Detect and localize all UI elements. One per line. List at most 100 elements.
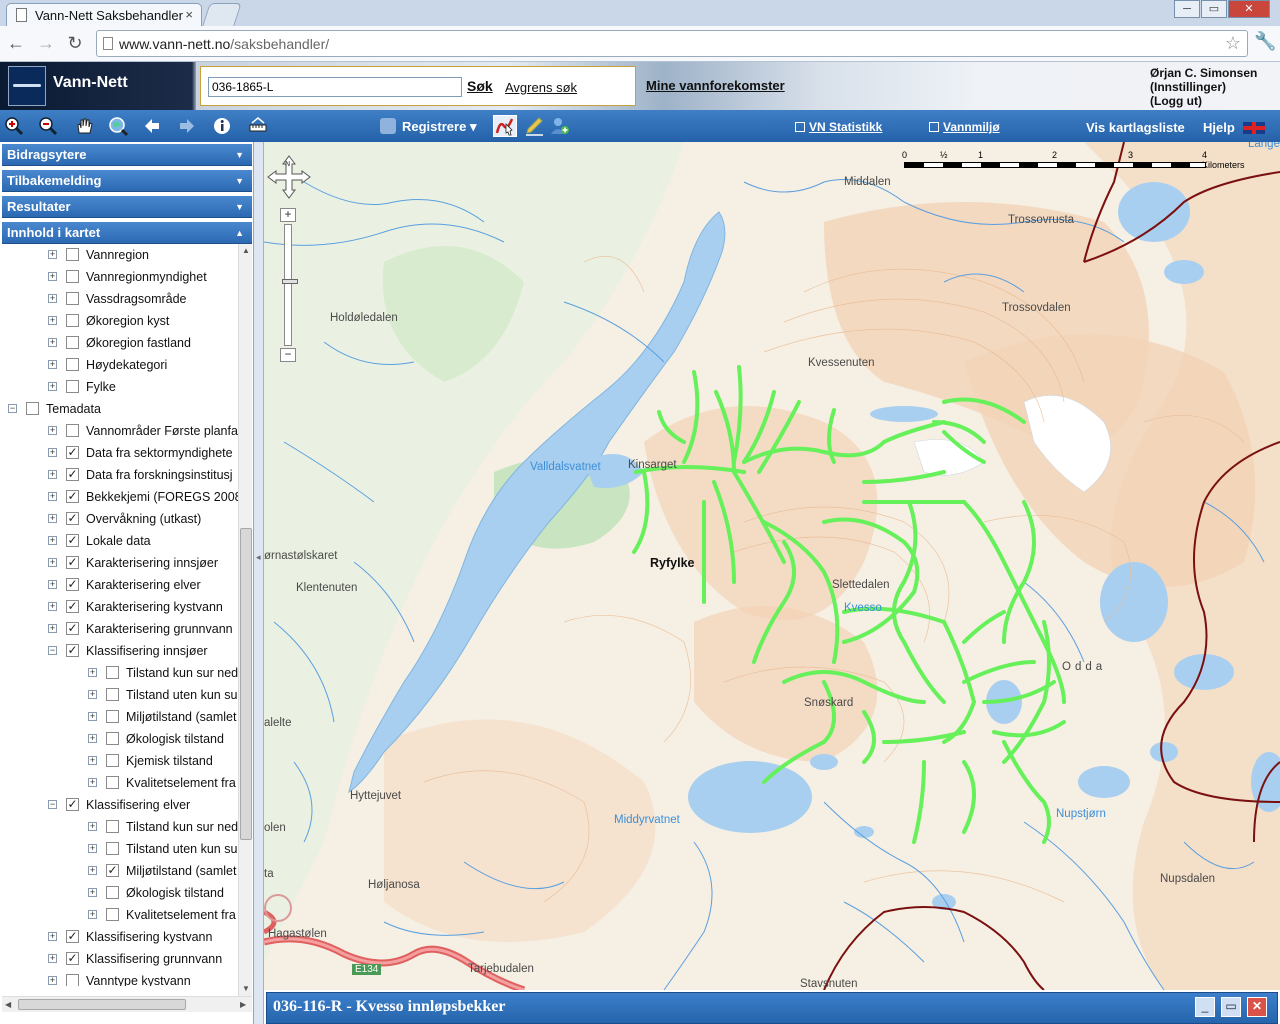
layer-tree-item[interactable]: + ✓ Klassifisering grunnvann bbox=[2, 948, 238, 970]
expand-icon[interactable]: + bbox=[48, 338, 57, 347]
layer-tree-item[interactable]: + Vannregionmyndighet bbox=[2, 266, 238, 288]
layer-tree-item[interactable]: + Kvalitetselement fra bbox=[2, 772, 238, 794]
expand-icon[interactable]: + bbox=[48, 514, 57, 523]
zoom-plus-button[interactable]: + bbox=[280, 208, 296, 222]
collapse-icon[interactable]: − bbox=[8, 404, 17, 413]
layer-tree-item[interactable]: + Miljøtilstand (samlet bbox=[2, 706, 238, 728]
english-flag-icon[interactable] bbox=[1243, 122, 1265, 134]
maximize-button[interactable]: ▭ bbox=[1201, 0, 1227, 18]
scroll-right-icon[interactable]: ▶ bbox=[240, 1000, 246, 1009]
vn-statistics-link[interactable]: VN Statistikk bbox=[795, 120, 882, 134]
collapse-icon[interactable]: − bbox=[48, 800, 57, 809]
layer-checkbox[interactable] bbox=[66, 314, 79, 327]
layer-checkbox[interactable] bbox=[66, 424, 79, 437]
expand-icon[interactable]: + bbox=[88, 690, 97, 699]
layer-checkbox[interactable]: ✓ bbox=[66, 578, 79, 591]
layer-tree-item[interactable]: + ✓ Karakterisering grunnvann bbox=[2, 618, 238, 640]
scroll-left-icon[interactable]: ◀ bbox=[5, 1000, 11, 1009]
sidebar-splitter[interactable]: ◂ bbox=[254, 142, 264, 1024]
layer-tree-item[interactable]: + ✓ Karakterisering kystvann bbox=[2, 596, 238, 618]
expand-icon[interactable]: + bbox=[88, 822, 97, 831]
expand-icon[interactable]: + bbox=[88, 668, 97, 677]
layer-checkbox[interactable]: ✓ bbox=[106, 864, 119, 877]
expand-icon[interactable]: + bbox=[48, 954, 57, 963]
layer-checkbox[interactable]: ✓ bbox=[66, 798, 79, 811]
layer-checkbox[interactable] bbox=[106, 886, 119, 899]
layer-checkbox[interactable]: ✓ bbox=[66, 644, 79, 657]
zoom-out-icon[interactable] bbox=[36, 115, 60, 137]
layer-checkbox[interactable] bbox=[106, 820, 119, 833]
expand-icon[interactable]: + bbox=[88, 910, 97, 919]
layer-tree-item[interactable]: + Økoregion fastland bbox=[2, 332, 238, 354]
layer-tree-item[interactable]: + Fylke bbox=[2, 376, 238, 398]
layer-tree-item[interactable]: + Vannregion bbox=[2, 244, 238, 266]
layer-checkbox[interactable] bbox=[106, 908, 119, 921]
layer-checkbox[interactable] bbox=[66, 248, 79, 261]
layer-tree-item[interactable]: + Vanntype kystvann bbox=[2, 970, 238, 986]
register-menu[interactable]: Registrere ▾ bbox=[380, 118, 476, 135]
layer-tree-item[interactable]: + Kvalitetselement fra bbox=[2, 904, 238, 926]
info-minimize-button[interactable]: _ bbox=[1195, 997, 1215, 1017]
zoom-track[interactable] bbox=[282, 224, 298, 346]
expand-icon[interactable]: + bbox=[88, 778, 97, 787]
layer-checkbox[interactable] bbox=[106, 732, 119, 745]
layer-tree-item[interactable]: + ✓ Miljøtilstand (samlet bbox=[2, 860, 238, 882]
layer-checkbox[interactable] bbox=[106, 842, 119, 855]
layer-tree-item[interactable]: + Tilstand kun sur ned bbox=[2, 816, 238, 838]
pan-hand-icon[interactable] bbox=[72, 115, 96, 137]
layer-checkbox[interactable]: ✓ bbox=[66, 600, 79, 613]
layer-checkbox[interactable]: ✓ bbox=[66, 512, 79, 525]
layer-tree-item[interactable]: + ✓ Bekkekjemi (FOREGS 2008 bbox=[2, 486, 238, 508]
layer-tree-item[interactable]: − ✓ Klassifisering innsjøer bbox=[2, 640, 238, 662]
help-link[interactable]: Hjelp bbox=[1203, 120, 1235, 135]
info-icon[interactable] bbox=[210, 115, 234, 137]
search-input[interactable] bbox=[208, 77, 462, 97]
info-close-button[interactable]: ✕ bbox=[1247, 997, 1267, 1017]
expand-icon[interactable]: + bbox=[48, 426, 57, 435]
layer-list-link[interactable]: Vis kartlagsliste bbox=[1086, 120, 1185, 135]
user-settings-link[interactable]: (Innstillinger) bbox=[1150, 80, 1257, 94]
tab-close-icon[interactable]: × bbox=[185, 7, 193, 22]
layer-checkbox[interactable] bbox=[66, 336, 79, 349]
address-bar[interactable]: www.vann-nett.no/saksbehandler/ ☆ bbox=[96, 30, 1248, 57]
layer-tree-item[interactable]: + Økologisk tilstand bbox=[2, 728, 238, 750]
vertical-scrollbar[interactable]: ▲ ▼ bbox=[238, 244, 252, 996]
layer-checkbox[interactable] bbox=[66, 292, 79, 305]
scroll-down-icon[interactable]: ▼ bbox=[242, 984, 250, 993]
measure-icon[interactable] bbox=[246, 115, 270, 137]
expand-icon[interactable]: + bbox=[48, 448, 57, 457]
layer-tree-item[interactable]: + ✓ Overvåkning (utkast) bbox=[2, 508, 238, 530]
layer-checkbox[interactable]: ✓ bbox=[66, 952, 79, 965]
layer-tree-item[interactable]: + ✓ Data fra forskningsinstitusj bbox=[2, 464, 238, 486]
collapse-icon[interactable]: − bbox=[48, 646, 57, 655]
panel-map-contents[interactable]: Innhold i kartet ▲ bbox=[2, 222, 252, 244]
edit-river-icon[interactable] bbox=[493, 115, 517, 137]
scrollbar-thumb[interactable] bbox=[18, 999, 186, 1010]
panel-results[interactable]: Resultater ▼ bbox=[2, 196, 252, 218]
layer-tree-item[interactable]: + ✓ Data fra sektormyndighete bbox=[2, 442, 238, 464]
zoom-slider[interactable]: + − bbox=[280, 208, 298, 362]
layer-tree-item[interactable]: + Vassdragsområde bbox=[2, 288, 238, 310]
add-user-icon[interactable] bbox=[548, 115, 572, 137]
minimize-button[interactable]: ─ bbox=[1174, 0, 1200, 18]
zoom-extent-icon[interactable] bbox=[106, 115, 130, 137]
layer-tree-item[interactable]: + Økoregion kyst bbox=[2, 310, 238, 332]
expand-icon[interactable]: + bbox=[48, 360, 57, 369]
layer-checkbox[interactable]: ✓ bbox=[66, 468, 79, 481]
zoom-in-icon[interactable] bbox=[2, 115, 26, 137]
layer-tree-item[interactable]: + Tilstand kun sur ned bbox=[2, 662, 238, 684]
layer-checkbox[interactable] bbox=[106, 666, 119, 679]
refine-search-link[interactable]: Avgrens søk bbox=[505, 80, 577, 95]
browser-tab[interactable]: Vann-Nett Saksbehandler × bbox=[6, 3, 202, 26]
forward-icon[interactable]: → bbox=[34, 32, 58, 54]
expand-icon[interactable]: + bbox=[88, 712, 97, 721]
zoom-knob[interactable] bbox=[282, 279, 298, 284]
expand-icon[interactable]: + bbox=[48, 250, 57, 259]
edit-pencil-icon[interactable] bbox=[522, 115, 546, 137]
expand-icon[interactable]: + bbox=[48, 536, 57, 545]
layer-checkbox[interactable]: ✓ bbox=[66, 446, 79, 459]
expand-icon[interactable]: + bbox=[88, 844, 97, 853]
expand-icon[interactable]: + bbox=[48, 932, 57, 941]
expand-icon[interactable]: + bbox=[48, 382, 57, 391]
layer-checkbox[interactable] bbox=[66, 358, 79, 371]
